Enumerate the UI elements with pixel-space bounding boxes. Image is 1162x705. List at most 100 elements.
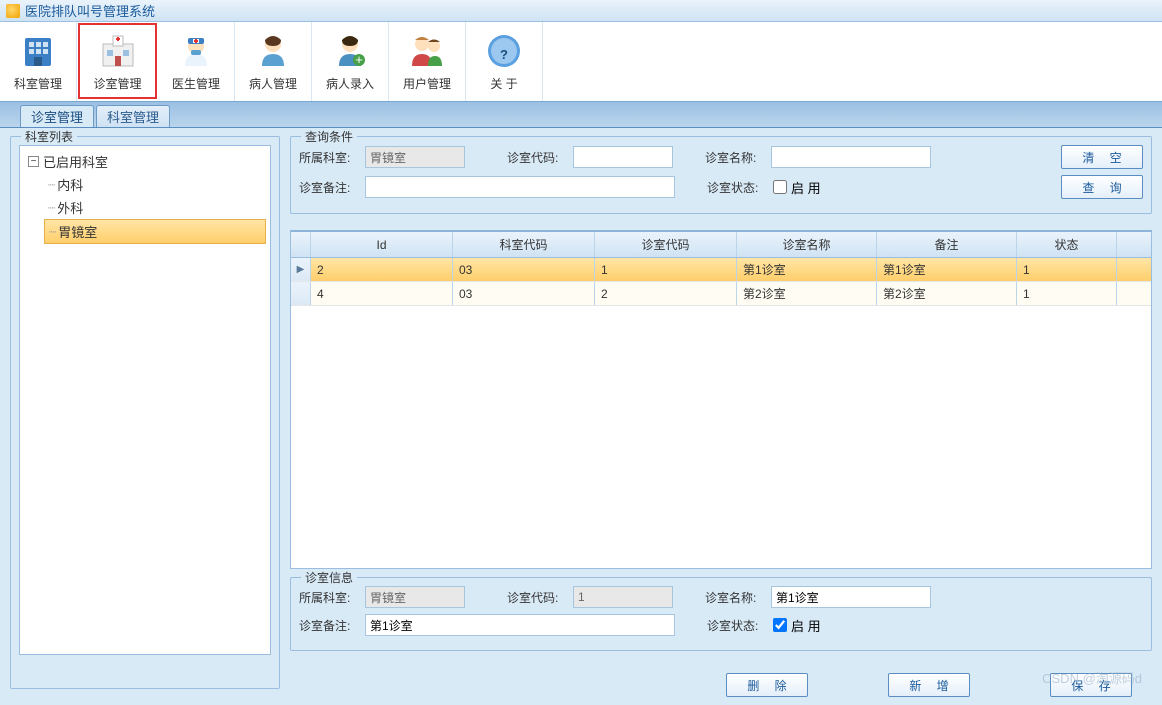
app-icon xyxy=(6,4,20,18)
tree-item-label: 外科 xyxy=(57,198,83,217)
content: 科室列表 − 已启用科室 内科 外科 胃镜室 查询条件 所属科室: 诊室 xyxy=(0,128,1162,705)
tool-label: 用户管理 xyxy=(403,75,451,92)
d-name-input[interactable] xyxy=(771,586,931,608)
tool-about[interactable]: ? 关 于 xyxy=(466,22,543,101)
row-indicator-icon: ▶ xyxy=(291,258,311,281)
d-state-checkbox-input[interactable] xyxy=(773,618,787,632)
window-title: 医院排队叫号管理系统 xyxy=(25,1,155,20)
col-state[interactable]: 状态 xyxy=(1017,232,1117,257)
tool-dept-mgmt[interactable]: 科室管理 xyxy=(0,22,77,101)
patient-entry-icon: + xyxy=(330,31,370,71)
cell: 第2诊室 xyxy=(877,282,1017,305)
cell: 第2诊室 xyxy=(737,282,877,305)
d-name-label: 诊室名称: xyxy=(705,589,765,606)
state-checkbox-input[interactable] xyxy=(773,180,787,194)
tool-doctor-mgmt[interactable]: 医生管理 xyxy=(158,22,235,101)
main-toolbar: 科室管理 诊室管理 医生管理 病人管理 + 病人录入 用户管理 ? 关 于 xyxy=(0,22,1162,102)
cell: 1 xyxy=(1017,282,1117,305)
cell: 03 xyxy=(453,258,595,281)
col-dept-code[interactable]: 科室代码 xyxy=(453,232,595,257)
query-legend: 查询条件 xyxy=(301,128,357,145)
table-row[interactable]: 4 03 2 第2诊室 第2诊室 1 xyxy=(291,282,1151,306)
state-checkbox[interactable]: 启 用 xyxy=(773,178,821,197)
tree-item-label: 内科 xyxy=(57,175,83,194)
dept-label: 所属科室: xyxy=(299,149,359,166)
query-button[interactable]: 查 询 xyxy=(1061,175,1143,199)
tab-label: 诊室管理 xyxy=(31,107,83,126)
remark-input[interactable] xyxy=(365,176,675,198)
collapse-icon[interactable]: − xyxy=(28,156,39,167)
cell: 2 xyxy=(311,258,453,281)
d-code-label: 诊室代码: xyxy=(507,589,567,606)
state-checkbox-label: 启 用 xyxy=(791,178,821,197)
cell: 1 xyxy=(595,258,737,281)
col-room-code[interactable]: 诊室代码 xyxy=(595,232,737,257)
doctor-icon xyxy=(176,31,216,71)
name-input[interactable] xyxy=(771,146,931,168)
code-input[interactable] xyxy=(573,146,673,168)
data-grid[interactable]: Id 科室代码 诊室代码 诊室名称 备注 状态 ▶ 2 03 1 第1诊室 第1… xyxy=(290,230,1152,569)
state-label: 诊室状态: xyxy=(707,179,767,196)
table-row[interactable]: ▶ 2 03 1 第1诊室 第1诊室 1 xyxy=(291,258,1151,282)
patient-icon xyxy=(253,31,293,71)
users-icon xyxy=(407,31,447,71)
detail-legend: 诊室信息 xyxy=(301,569,357,586)
tool-room-mgmt[interactable]: 诊室管理 xyxy=(78,23,157,99)
tool-label: 关 于 xyxy=(490,75,517,92)
left-panel: 科室列表 − 已启用科室 内科 外科 胃镜室 xyxy=(10,136,280,697)
cell: 4 xyxy=(311,282,453,305)
row-indicator xyxy=(291,282,311,305)
grid-header: Id 科室代码 诊室代码 诊室名称 备注 状态 xyxy=(291,232,1151,258)
save-button[interactable]: 保 存 xyxy=(1050,673,1132,697)
titlebar: 医院排队叫号管理系统 xyxy=(0,0,1162,22)
cell: 第1诊室 xyxy=(877,258,1017,281)
tree-item[interactable]: 外科 xyxy=(44,196,266,219)
tree-item[interactable]: 内科 xyxy=(44,173,266,196)
cell: 第1诊室 xyxy=(737,258,877,281)
tool-label: 医生管理 xyxy=(172,75,220,92)
dept-input xyxy=(365,146,465,168)
d-state-checkbox-label: 启 用 xyxy=(791,616,821,635)
delete-button[interactable]: 删 除 xyxy=(726,673,808,697)
d-state-label: 诊室状态: xyxy=(707,617,767,634)
remark-label: 诊室备注: xyxy=(299,179,359,196)
tool-user-mgmt[interactable]: 用户管理 xyxy=(389,22,466,101)
hospital-icon xyxy=(98,31,138,71)
query-fieldset: 查询条件 所属科室: 诊室代码: 诊室名称: 清 空 诊室备注: 诊室状态: xyxy=(290,136,1152,214)
tree-item-label: 胃镜室 xyxy=(58,222,97,241)
tabstrip: 诊室管理 科室管理 xyxy=(0,102,1162,128)
name-label: 诊室名称: xyxy=(705,149,765,166)
rowhead-col xyxy=(291,232,311,257)
tree-root-label: 已启用科室 xyxy=(43,152,108,171)
tree-legend: 科室列表 xyxy=(21,128,77,145)
add-button[interactable]: 新 增 xyxy=(888,673,970,697)
cell: 1 xyxy=(1017,258,1117,281)
detail-fieldset: 诊室信息 所属科室: 诊室代码: 诊室名称: 诊室备注: 诊室状态: 启 用 xyxy=(290,577,1152,651)
tab-label: 科室管理 xyxy=(107,107,159,126)
tree-fieldset: 科室列表 − 已启用科室 内科 外科 胃镜室 xyxy=(10,136,280,689)
d-dept-input xyxy=(365,586,465,608)
d-state-checkbox[interactable]: 启 用 xyxy=(773,616,821,635)
svg-text:+: + xyxy=(355,52,363,67)
tool-patient-mgmt[interactable]: 病人管理 xyxy=(235,22,312,101)
col-remark[interactable]: 备注 xyxy=(877,232,1017,257)
col-room-name[interactable]: 诊室名称 xyxy=(737,232,877,257)
tree-item-selected[interactable]: 胃镜室 xyxy=(44,219,266,244)
tool-label: 病人录入 xyxy=(326,75,374,92)
dept-tree[interactable]: − 已启用科室 内科 外科 胃镜室 xyxy=(19,145,271,655)
tool-patient-entry[interactable]: + 病人录入 xyxy=(312,22,389,101)
clear-button[interactable]: 清 空 xyxy=(1061,145,1143,169)
tab-dept-mgmt[interactable]: 科室管理 xyxy=(96,105,170,127)
d-remark-label: 诊室备注: xyxy=(299,617,359,634)
building-icon xyxy=(18,31,58,71)
tree-root[interactable]: − 已启用科室 xyxy=(24,150,266,173)
d-code-input xyxy=(573,586,673,608)
tab-room-mgmt[interactable]: 诊室管理 xyxy=(20,105,94,127)
d-remark-input[interactable] xyxy=(365,614,675,636)
d-dept-label: 所属科室: xyxy=(299,589,359,606)
cell: 03 xyxy=(453,282,595,305)
help-icon: ? xyxy=(484,31,524,71)
svg-text:?: ? xyxy=(500,47,508,62)
right-panel: 查询条件 所属科室: 诊室代码: 诊室名称: 清 空 诊室备注: 诊室状态: xyxy=(290,136,1152,697)
col-id[interactable]: Id xyxy=(311,232,453,257)
